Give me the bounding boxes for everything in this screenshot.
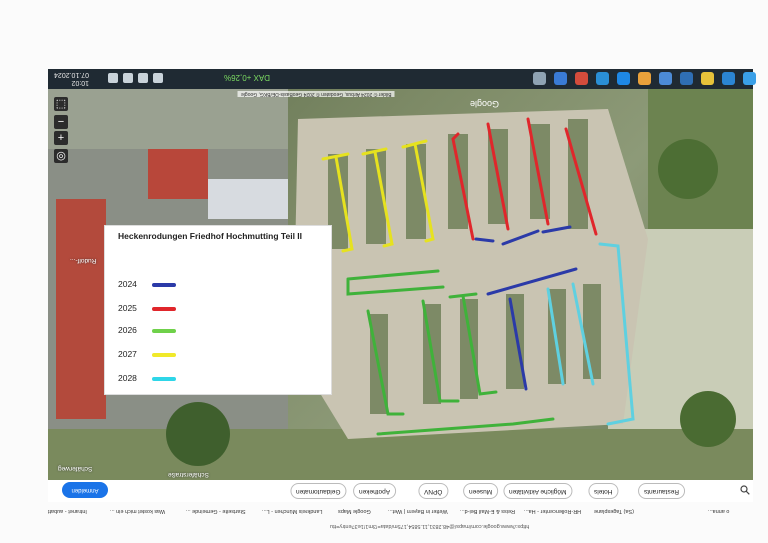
taskbar-clock[interactable]: 10:02 07.10.2024 <box>54 70 89 86</box>
layers-button[interactable]: ⬚ <box>54 97 68 111</box>
teams-icon[interactable] <box>554 72 567 85</box>
chip-activities[interactable]: Mögliche Aktivitäten <box>503 483 573 499</box>
legend-year: 2024 <box>118 279 137 289</box>
bookmark-item[interactable]: Landkreis München - L... <box>262 508 323 514</box>
dax-label: DAX <box>253 73 271 82</box>
bookmark-item[interactable]: o anna... <box>708 508 729 514</box>
legend-year: 2026 <box>118 325 137 335</box>
bookmark-item[interactable]: Intranet - aubatt <box>48 508 87 514</box>
bookmark-item[interactable]: Google Maps <box>338 508 371 514</box>
wifi-icon[interactable] <box>108 73 118 83</box>
legend-year: 2027 <box>118 349 137 359</box>
battery-icon[interactable] <box>138 73 148 83</box>
taskbar-apps <box>533 72 756 85</box>
bookmark-item[interactable]: Startseite - Gemeinde ... <box>186 508 246 514</box>
legend-swatch-2026 <box>152 329 176 333</box>
legend-swatch-2024 <box>152 283 176 287</box>
chevron-up-icon[interactable] <box>153 73 163 83</box>
dax-widget[interactable]: DAX +0,26% <box>224 73 270 82</box>
tree <box>680 391 736 447</box>
map-attribution: Bilder © 2024 Airbus, Geodaten © 2024 Ge… <box>238 91 395 97</box>
weather-icon[interactable] <box>533 72 546 85</box>
speaker-icon[interactable] <box>123 73 133 83</box>
files-icon[interactable] <box>680 72 693 85</box>
tree <box>658 139 718 199</box>
tray-icons <box>108 73 163 83</box>
legend-swatch-2027 <box>152 353 176 357</box>
office-icon[interactable] <box>575 72 588 85</box>
park-area <box>48 429 753 480</box>
scanned-page: 10:02 07.10.2024 DAX +0,26% ⬚ − + ◎ Goog… <box>0 0 768 543</box>
bookmark-item[interactable]: Was kostet mich ein ... <box>110 508 165 514</box>
store-icon[interactable] <box>722 72 735 85</box>
bookmark-item[interactable]: Wetter in Bayern | Wet... <box>388 508 448 514</box>
search-taskbar-icon[interactable] <box>659 72 672 85</box>
start-icon[interactable] <box>743 72 756 85</box>
bookmark-item[interactable]: HR-Rollencenter - Ha... <box>524 508 581 514</box>
chip-atms[interactable]: Geldautomaten <box>290 483 347 499</box>
hedge-2024 <box>474 237 495 243</box>
legend-year: 2025 <box>118 303 137 313</box>
legend-swatch-2025 <box>152 307 176 311</box>
bookmark-item[interactable]: Reiss & E-Mail Bei-d... <box>460 508 515 514</box>
windows-taskbar: 10:02 07.10.2024 DAX +0,26% <box>48 69 756 89</box>
compass-icon[interactable]: ◎ <box>54 149 68 163</box>
bookmark-item[interactable]: (Sa) Tagesplane <box>594 508 634 514</box>
street-label: Schäferstraße <box>168 471 209 478</box>
taskbar-date: 07.10.2024 <box>54 71 90 78</box>
chip-museums[interactable]: Museen <box>463 483 499 499</box>
chip-pharmacies[interactable]: Apotheken <box>353 483 397 499</box>
town-area <box>48 89 288 149</box>
chip-hotels[interactable]: Hotels <box>588 483 619 499</box>
street-label: Rudolf-... <box>70 257 97 264</box>
address-bar-url[interactable]: https://www.google.com/maps/@48.2831,11.… <box>330 523 529 529</box>
chip-transit[interactable]: ÖPNV <box>418 483 449 499</box>
legend-year: 2028 <box>118 373 137 383</box>
taskbar-time: 10:02 <box>71 79 90 86</box>
building-roof <box>56 199 106 419</box>
legend-box: Heckenrodungen Friedhof Hochmutting Teil… <box>104 225 332 395</box>
edge-icon[interactable] <box>617 72 630 85</box>
legend-swatch-2028 <box>152 377 176 381</box>
zoom-in-button[interactable]: + <box>54 131 68 145</box>
chip-restaurants[interactable]: Restaurants <box>638 483 686 499</box>
sign-in-button[interactable]: Anmelden <box>62 482 108 498</box>
zoom-out-button[interactable]: − <box>54 115 68 129</box>
building-roof <box>148 149 208 199</box>
bookmarks-bar: Intranet - aubatt Was kostet mich ein ..… <box>48 508 753 520</box>
legend-title: Heckenrodungen Friedhof Hochmutting Teil… <box>118 231 303 241</box>
map-category-chips: Anmelden Restaurants Hotels Mögliche Akt… <box>48 480 753 502</box>
building-roof <box>208 179 288 219</box>
outlook-icon[interactable] <box>596 72 609 85</box>
street-label: Schäferweg <box>58 465 93 472</box>
search-icon[interactable] <box>740 485 750 495</box>
google-watermark: Google <box>470 99 500 109</box>
dax-value: +0,26% <box>224 73 252 82</box>
tree <box>166 402 230 466</box>
explorer-icon[interactable] <box>701 72 714 85</box>
chrome-icon[interactable] <box>638 72 651 85</box>
